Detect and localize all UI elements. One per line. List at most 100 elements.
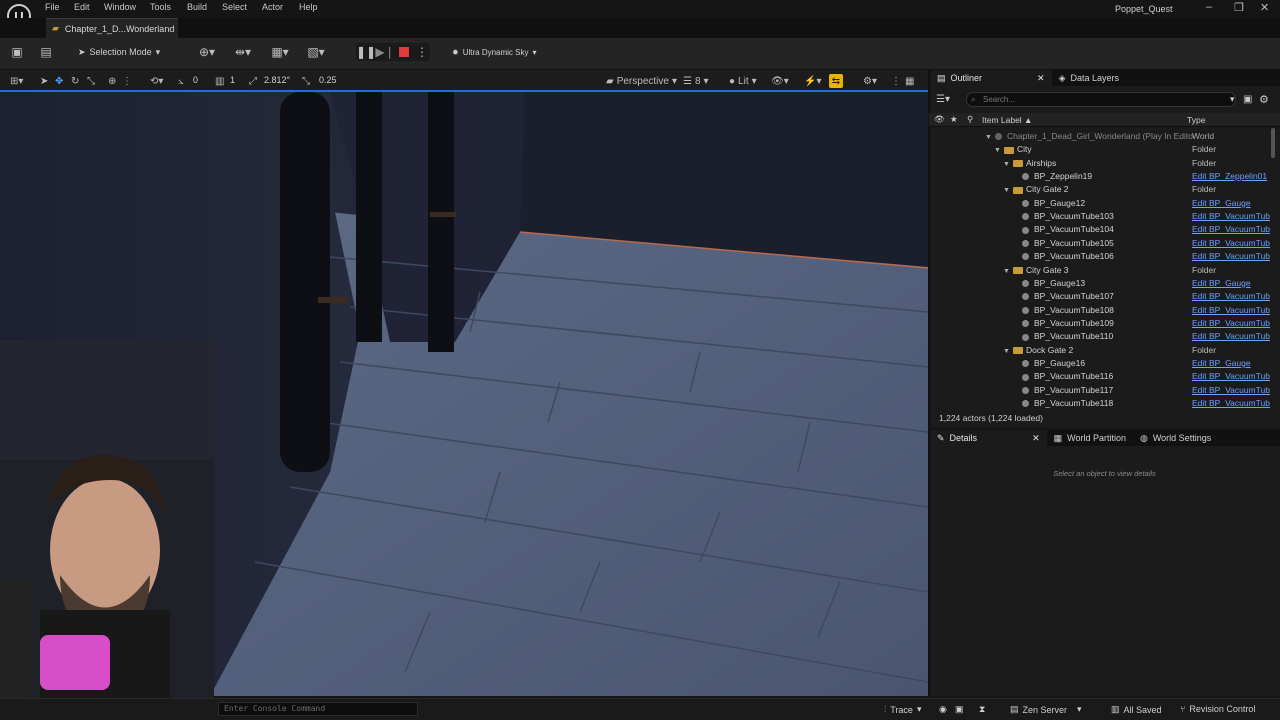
edit-blueprint-link[interactable]: Edit BP_VacuumTub	[1192, 370, 1270, 383]
lock-icon[interactable]: ⚲	[967, 114, 973, 125]
expand-caret-icon[interactable]: ▼	[994, 144, 1004, 157]
maximize-icon[interactable]: ❐	[1234, 1, 1244, 14]
transform-mode-icon[interactable]: ⊞▾	[10, 74, 23, 88]
world-local-icon[interactable]: ⊕	[108, 74, 116, 88]
filter-icon[interactable]: ☰▾	[936, 94, 950, 105]
menu-help[interactable]: Help	[299, 2, 318, 12]
outliner-actor-row[interactable]: BP_VacuumTube104 Edit BP_VacuumTub	[929, 223, 1273, 236]
outliner-actor-row[interactable]: BP_Gauge13 Edit BP_Gauge	[929, 277, 1273, 290]
rotate-icon[interactable]: ↻	[71, 74, 79, 88]
edit-blueprint-link[interactable]: Edit BP_Gauge	[1192, 357, 1251, 370]
outliner-actor-row[interactable]: BP_VacuumTube117 Edit BP_VacuumTub	[929, 384, 1273, 397]
outliner-folder-row[interactable]: ▼ Dock Gate 2 Folder	[929, 344, 1273, 357]
outliner-actor-row[interactable]: BP_Zeppelin19 Edit BP_Zeppelin01	[929, 170, 1273, 183]
outliner-actor-row[interactable]: BP_VacuumTube110 Edit BP_VacuumTub	[929, 330, 1273, 343]
outliner-actor-row[interactable]: BP_VacuumTube106 Edit BP_VacuumTub	[929, 250, 1273, 263]
expand-caret-icon[interactable]: ▼	[1003, 158, 1013, 171]
edit-blueprint-link[interactable]: Edit BP_Zeppelin01	[1192, 170, 1267, 183]
outliner-actor-row[interactable]: BP_VacuumTube107 Edit BP_VacuumTub	[929, 290, 1273, 303]
tab-world-settings[interactable]: ◍ World Settings	[1133, 430, 1218, 446]
insights-icon[interactable]: ⧗	[979, 704, 985, 715]
zen-server-dropdown[interactable]: ▤ Zen Server ▾	[1010, 704, 1082, 715]
outliner-actor-row[interactable]: BP_VacuumTube118 Edit BP_VacuumTub	[929, 397, 1273, 410]
close-icon[interactable]: ✕	[1032, 433, 1040, 444]
blueprint-icon[interactable]: ⇹▾	[232, 44, 254, 60]
edit-blueprint-link[interactable]: Edit BP_VacuumTub	[1192, 223, 1270, 236]
expand-caret-icon[interactable]: ▼	[1003, 345, 1013, 358]
edit-blueprint-link[interactable]: Edit BP_Gauge	[1192, 197, 1251, 210]
visibility-icon[interactable]: 👁	[934, 114, 945, 125]
outliner-folder-row[interactable]: ▼ City Gate 2 Folder	[929, 183, 1273, 196]
record-icon[interactable]: ◉	[939, 704, 947, 715]
close-icon[interactable]: ✕	[1037, 73, 1045, 84]
outliner-actor-row[interactable]: BP_Gauge12 Edit BP_Gauge	[929, 197, 1273, 210]
scale-snap-value[interactable]: 1	[230, 75, 235, 85]
outliner-actor-row[interactable]: BP_VacuumTube103 Edit BP_VacuumTub	[929, 210, 1273, 223]
type-column[interactable]: Type	[1187, 115, 1205, 125]
stop-icon[interactable]	[396, 44, 412, 60]
trace-dropdown[interactable]: ⫶ Trace ▾	[884, 704, 921, 715]
tab-details[interactable]: ✎ Details ✕	[930, 430, 1047, 446]
edit-blueprint-link[interactable]: Edit BP_VacuumTub	[1192, 210, 1270, 223]
show-icon[interactable]: 👁▾	[771, 74, 789, 88]
menu-file[interactable]: File	[45, 2, 60, 12]
outliner-folder-row[interactable]: ▼ City Folder	[929, 143, 1273, 156]
grid-size-value[interactable]: 0.25	[319, 75, 337, 85]
tab-world-partition[interactable]: ▦ World Partition	[1047, 430, 1133, 446]
menu-actor[interactable]: Actor	[262, 2, 283, 12]
camera-count-dropdown[interactable]: ☰ 8 ▾	[683, 74, 709, 88]
save-icon[interactable]: ▣	[9, 44, 25, 60]
outliner-actor-row[interactable]: BP_VacuumTube105 Edit BP_VacuumTub	[929, 237, 1273, 250]
more-options-icon[interactable]: ⋮	[414, 44, 430, 60]
minimize-icon[interactable]: –	[1206, 1, 1212, 13]
perspective-dropdown[interactable]: ▰ Perspective ▾	[606, 74, 677, 88]
edit-blueprint-link[interactable]: Edit BP_VacuumTub	[1192, 384, 1270, 397]
outliner-actor-row[interactable]: BP_VacuumTube109 Edit BP_VacuumTub	[929, 317, 1273, 330]
camera-speed-value[interactable]: 2.812°	[264, 75, 290, 85]
revision-control-button[interactable]: ⑂ Revision Control	[1180, 704, 1255, 714]
step-icon[interactable]: ▶❘	[375, 44, 394, 60]
settings-icon[interactable]: ⚙	[1259, 93, 1269, 106]
outliner-scrollbar[interactable]	[1271, 128, 1275, 158]
level-tab[interactable]: ▰ Chapter_1_D...Wonderland	[46, 18, 178, 38]
surface-snap-icon[interactable]: ⟲▾	[150, 74, 163, 88]
tab-data-layers[interactable]: ◈ Data Layers	[1052, 70, 1126, 86]
expand-caret-icon[interactable]: ▼	[1003, 265, 1013, 278]
pause-icon[interactable]: ❚❚	[356, 44, 376, 60]
grid-size-icon[interactable]: ⤡	[302, 74, 310, 88]
tab-outliner[interactable]: ▤ Outliner ✕	[930, 70, 1052, 86]
settings-icon[interactable]: ⚙▾	[863, 74, 877, 88]
chevron-down-icon[interactable]: ▾	[1230, 94, 1235, 105]
add-folder-icon[interactable]: ▣	[1243, 94, 1252, 105]
select-icon[interactable]: ➤	[40, 74, 48, 88]
edit-blueprint-link[interactable]: Edit BP_VacuumTub	[1192, 317, 1270, 330]
layout-icon[interactable]: ▦	[905, 74, 914, 88]
menu-build[interactable]: Build	[187, 2, 207, 12]
expand-caret-icon[interactable]: ▼	[1003, 184, 1013, 197]
edit-blueprint-link[interactable]: Edit BP_VacuumTub	[1192, 330, 1270, 343]
expand-caret-icon[interactable]: ▼	[985, 131, 995, 144]
more-icon[interactable]: ⋮	[122, 74, 132, 88]
menu-tools[interactable]: Tools	[150, 2, 171, 12]
rotation-snap-icon[interactable]: ⦣	[178, 74, 184, 88]
outliner-actor-row[interactable]: BP_VacuumTube116 Edit BP_VacuumTub	[929, 370, 1273, 383]
lit-dropdown[interactable]: ● Lit ▾	[729, 74, 757, 88]
edit-blueprint-link[interactable]: Edit BP_VacuumTub	[1192, 250, 1270, 263]
outliner-world-row[interactable]: ▼ Chapter_1_Dead_Girl_Wonderland (Play In…	[929, 130, 1273, 143]
scale-icon[interactable]: ⤡	[87, 74, 95, 88]
outliner-actor-row[interactable]: BP_VacuumTube108 Edit BP_VacuumTub	[929, 304, 1273, 317]
rotation-snap-value[interactable]: 0	[193, 75, 198, 85]
move-icon[interactable]: ✥	[55, 74, 63, 88]
sky-dropdown[interactable]: ✹ Ultra Dynamic Sky ▾	[448, 43, 548, 61]
outliner-folder-row[interactable]: ▼ Airships Folder	[929, 157, 1273, 170]
close-window-icon[interactable]: ✕	[1260, 1, 1269, 14]
all-saved-button[interactable]: ▥ All Saved	[1111, 704, 1162, 715]
more-options-icon[interactable]: ⋮	[891, 74, 901, 88]
console-command-input[interactable]: Enter Console Command	[218, 702, 418, 716]
menu-window[interactable]: Window	[104, 2, 136, 12]
selection-mode-dropdown[interactable]: ➤ Selection Mode ▾	[74, 43, 170, 61]
cinematics-icon[interactable]: ▦▾	[268, 44, 292, 60]
platforms-icon[interactable]: ▧▾	[305, 44, 327, 60]
edit-blueprint-link[interactable]: Edit BP_VacuumTub	[1192, 290, 1270, 303]
grid-snap-icon[interactable]: ▥	[215, 74, 224, 88]
